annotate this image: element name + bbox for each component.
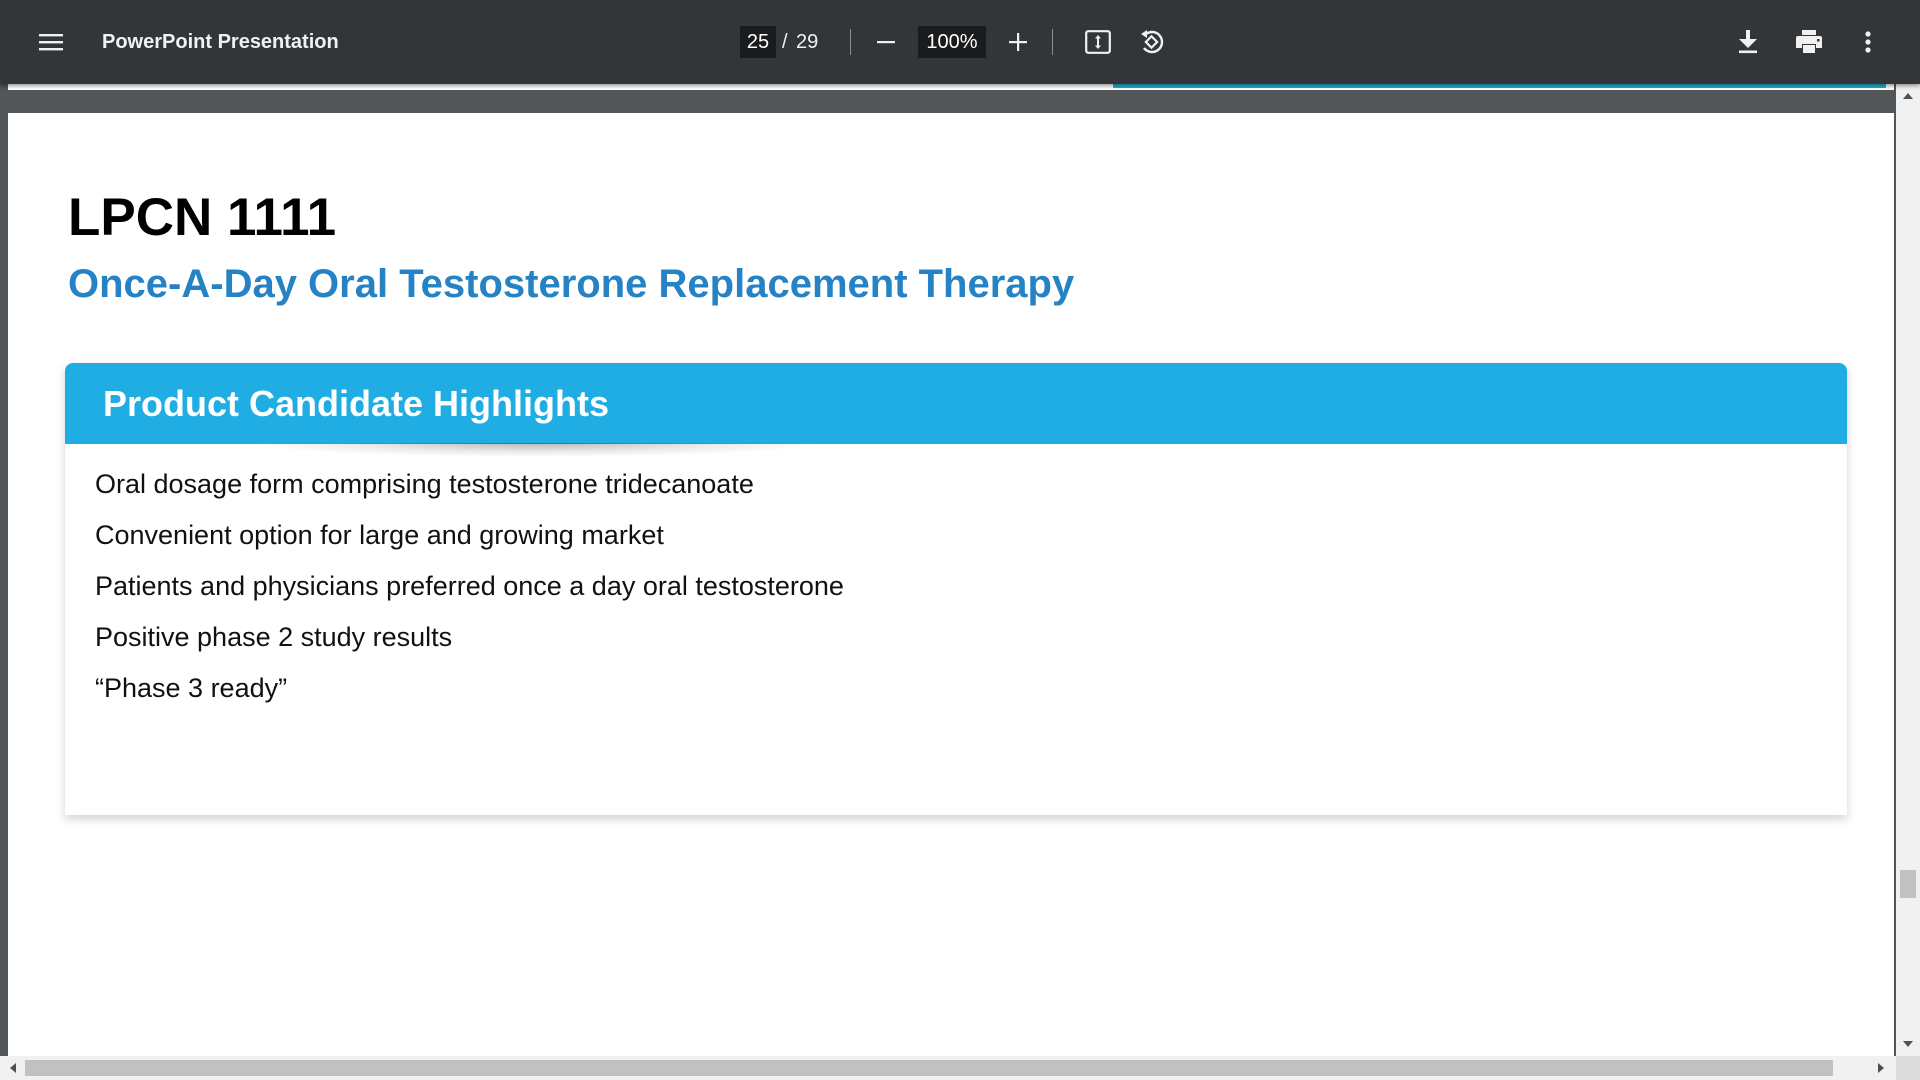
arrow-down-icon: [1903, 1041, 1913, 1047]
hamburger-menu-icon: [39, 34, 63, 51]
arrow-left-icon: [10, 1063, 16, 1073]
minus-icon: [877, 41, 895, 44]
document-title: PowerPoint Presentation: [102, 30, 339, 53]
arrow-right-icon: [1878, 1063, 1884, 1073]
list-item: Patients and physicians preferred once a…: [95, 571, 844, 601]
scrollbar-corner: [1896, 1056, 1920, 1080]
page-total: 29: [796, 30, 819, 53]
highlights-card: Product Candidate Highlights Oral dosage…: [65, 363, 1847, 815]
toolbar-divider: [1052, 29, 1053, 55]
slide-subtitle: Once-A-Day Oral Testosterone Replacement…: [68, 262, 1075, 306]
toolbar-divider: [850, 29, 851, 55]
plus-icon: [1009, 33, 1027, 51]
vertical-scrollbar[interactable]: [1896, 84, 1920, 1056]
header-shadow-decoration: [255, 443, 815, 457]
rotate-button[interactable]: [1132, 22, 1172, 62]
list-item: Positive phase 2 study results: [95, 622, 453, 652]
slide-title: LPCN 1111: [68, 188, 337, 247]
print-icon: [1796, 30, 1822, 53]
fit-to-page-icon: [1085, 30, 1111, 54]
scroll-down-button[interactable]: [1896, 1034, 1920, 1054]
more-vertical-icon: [1865, 31, 1871, 53]
more-options-button[interactable]: [1852, 22, 1884, 62]
list-item: Convenient option for large and growing …: [95, 520, 664, 550]
print-button[interactable]: [1788, 22, 1830, 62]
vertical-scrollbar-thumb[interactable]: [1900, 870, 1916, 898]
horizontal-scrollbar-thumb[interactable]: [25, 1060, 1833, 1076]
page-separator: /: [782, 30, 788, 53]
zoom-level-input[interactable]: [918, 26, 986, 58]
list-item: Oral dosage form comprising testosterone…: [95, 469, 754, 499]
previous-page-accent-strip: [1113, 84, 1886, 88]
scroll-right-button[interactable]: [1870, 1056, 1892, 1080]
zoom-in-button[interactable]: [1000, 22, 1036, 62]
slide-page: LPCN 1111 Once-A-Day Oral Testosterone R…: [8, 113, 1894, 1056]
scroll-left-button[interactable]: [2, 1056, 24, 1080]
download-icon: [1739, 30, 1757, 54]
page-number-input[interactable]: [740, 26, 776, 58]
highlights-list: Oral dosage form comprising testosterone…: [95, 467, 844, 722]
fit-to-page-button[interactable]: [1080, 22, 1116, 62]
arrow-up-icon: [1903, 93, 1913, 99]
horizontal-scrollbar[interactable]: [0, 1056, 1920, 1080]
highlights-card-header: Product Candidate Highlights: [65, 363, 1847, 444]
zoom-out-button[interactable]: [868, 22, 904, 62]
rotate-counterclockwise-icon: [1141, 30, 1164, 54]
document-viewer[interactable]: LPCN 1111 Once-A-Day Oral Testosterone R…: [0, 84, 1896, 1056]
list-item: “Phase 3 ready”: [95, 673, 288, 703]
pdf-toolbar: PowerPoint Presentation / 29: [0, 0, 1920, 84]
scroll-up-button[interactable]: [1896, 86, 1920, 106]
menu-button[interactable]: [26, 22, 76, 62]
download-button[interactable]: [1728, 22, 1768, 62]
